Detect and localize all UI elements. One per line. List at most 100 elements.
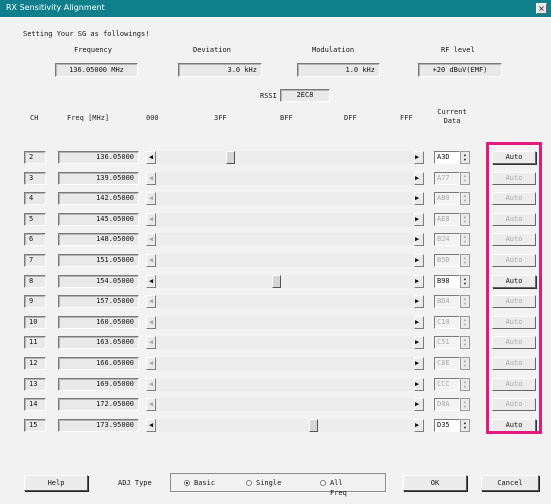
current-data-spinner[interactable]: AB0 ▲ ▼ — [434, 192, 470, 205]
spin-down-icon[interactable]: ▼ — [461, 322, 469, 327]
spinner-buttons[interactable]: ▲ ▼ — [460, 316, 470, 329]
adjust-slider[interactable]: ◀ ▶ — [146, 316, 424, 329]
spin-down-icon[interactable]: ▼ — [461, 404, 469, 409]
adjust-slider[interactable]: ◀ ▶ — [146, 233, 424, 246]
scroll-left-icon[interactable]: ◀ — [146, 254, 156, 267]
scroll-left-icon[interactable]: ◀ — [146, 357, 156, 370]
adjust-slider[interactable]: ◀ ▶ — [146, 172, 424, 185]
scroll-left-icon[interactable]: ◀ — [146, 295, 156, 308]
scroll-right-icon[interactable]: ▶ — [414, 213, 424, 226]
slider-thumb[interactable] — [226, 151, 235, 164]
current-data-value[interactable]: D0A — [434, 398, 460, 411]
help-button[interactable]: Help — [24, 475, 88, 491]
scroll-right-icon[interactable]: ▶ — [414, 192, 424, 205]
spinner-buttons[interactable]: ▲ ▼ — [460, 233, 470, 246]
current-data-value[interactable]: AE8 — [434, 213, 460, 226]
spin-down-icon[interactable]: ▼ — [461, 425, 469, 430]
current-data-spinner[interactable]: BD4 ▲ ▼ — [434, 295, 470, 308]
adjust-slider[interactable]: ◀ ▶ — [146, 398, 424, 411]
spinner-buttons[interactable]: ▲ ▼ — [460, 275, 470, 288]
adjust-slider[interactable]: ◀ ▶ — [146, 378, 424, 391]
scroll-right-icon[interactable]: ▶ — [414, 233, 424, 246]
scroll-right-icon[interactable]: ▶ — [414, 357, 424, 370]
current-data-value[interactable]: D35 — [434, 419, 460, 432]
adjust-slider[interactable]: ◀ ▶ — [146, 254, 424, 267]
spin-down-icon[interactable]: ▼ — [461, 239, 469, 244]
scroll-left-icon[interactable]: ◀ — [146, 151, 156, 164]
scroll-right-icon[interactable]: ▶ — [414, 254, 424, 267]
current-data-value[interactable]: C8E — [434, 357, 460, 370]
slider-thumb[interactable] — [309, 419, 318, 432]
current-data-value[interactable]: AB0 — [434, 192, 460, 205]
current-data-spinner[interactable]: B24 ▲ ▼ — [434, 233, 470, 246]
current-data-value[interactable]: CCC — [434, 378, 460, 391]
adjust-slider[interactable]: ◀ ▶ — [146, 213, 424, 226]
spinner-buttons[interactable]: ▲ ▼ — [460, 295, 470, 308]
current-data-value[interactable]: B5D — [434, 254, 460, 267]
current-data-value[interactable]: C51 — [434, 336, 460, 349]
spinner-buttons[interactable]: ▲ ▼ — [460, 398, 470, 411]
spin-down-icon[interactable]: ▼ — [461, 342, 469, 347]
close-icon[interactable]: × — [536, 3, 547, 14]
scroll-left-icon[interactable]: ◀ — [146, 275, 156, 288]
adjust-slider[interactable]: ◀ ▶ — [146, 336, 424, 349]
spinner-buttons[interactable]: ▲ ▼ — [460, 419, 470, 432]
current-data-value[interactable]: A3D — [434, 151, 460, 164]
adjust-slider[interactable]: ◀ ▶ — [146, 295, 424, 308]
adjust-slider[interactable]: ◀ ▶ — [146, 275, 424, 288]
spin-down-icon[interactable]: ▼ — [461, 301, 469, 306]
spinner-buttons[interactable]: ▲ ▼ — [460, 172, 470, 185]
adjust-slider[interactable]: ◀ ▶ — [146, 419, 424, 432]
current-data-spinner[interactable]: A3D ▲ ▼ — [434, 151, 470, 164]
spin-down-icon[interactable]: ▼ — [461, 157, 469, 162]
scroll-left-icon[interactable]: ◀ — [146, 213, 156, 226]
scroll-right-icon[interactable]: ▶ — [414, 151, 424, 164]
current-data-spinner[interactable]: C10 ▲ ▼ — [434, 316, 470, 329]
current-data-spinner[interactable]: B5D ▲ ▼ — [434, 254, 470, 267]
current-data-value[interactable]: C10 — [434, 316, 460, 329]
spin-down-icon[interactable]: ▼ — [461, 260, 469, 265]
cancel-button[interactable]: Cancel — [481, 475, 539, 491]
current-data-spinner[interactable]: AE8 ▲ ▼ — [434, 213, 470, 226]
spinner-buttons[interactable]: ▲ ▼ — [460, 151, 470, 164]
current-data-spinner[interactable]: D35 ▲ ▼ — [434, 419, 470, 432]
current-data-value[interactable]: A77 — [434, 172, 460, 185]
current-data-value[interactable]: B24 — [434, 233, 460, 246]
scroll-right-icon[interactable]: ▶ — [414, 275, 424, 288]
spinner-buttons[interactable]: ▲ ▼ — [460, 213, 470, 226]
current-data-value[interactable]: BD4 — [434, 295, 460, 308]
title-bar[interactable]: RX Sensitivity Alignment × — [0, 0, 551, 17]
scroll-right-icon[interactable]: ▶ — [414, 295, 424, 308]
scroll-right-icon[interactable]: ▶ — [414, 419, 424, 432]
spinner-buttons[interactable]: ▲ ▼ — [460, 336, 470, 349]
scroll-right-icon[interactable]: ▶ — [414, 316, 424, 329]
scroll-left-icon[interactable]: ◀ — [146, 172, 156, 185]
ok-button[interactable]: OK — [403, 475, 467, 491]
current-data-value[interactable]: B98 — [434, 275, 460, 288]
current-data-spinner[interactable]: A77 ▲ ▼ — [434, 172, 470, 185]
scroll-left-icon[interactable]: ◀ — [146, 192, 156, 205]
current-data-spinner[interactable]: B98 ▲ ▼ — [434, 275, 470, 288]
spin-down-icon[interactable]: ▼ — [461, 178, 469, 183]
spinner-buttons[interactable]: ▲ ▼ — [460, 378, 470, 391]
scroll-right-icon[interactable]: ▶ — [414, 336, 424, 349]
spin-down-icon[interactable]: ▼ — [461, 198, 469, 203]
scroll-left-icon[interactable]: ◀ — [146, 316, 156, 329]
current-data-spinner[interactable]: C51 ▲ ▼ — [434, 336, 470, 349]
spin-down-icon[interactable]: ▼ — [461, 281, 469, 286]
scroll-left-icon[interactable]: ◀ — [146, 398, 156, 411]
scroll-left-icon[interactable]: ◀ — [146, 336, 156, 349]
scroll-left-icon[interactable]: ◀ — [146, 419, 156, 432]
scroll-left-icon[interactable]: ◀ — [146, 233, 156, 246]
scroll-right-icon[interactable]: ▶ — [414, 398, 424, 411]
spinner-buttons[interactable]: ▲ ▼ — [460, 192, 470, 205]
spin-down-icon[interactable]: ▼ — [461, 219, 469, 224]
adjust-slider[interactable]: ◀ ▶ — [146, 357, 424, 370]
slider-thumb[interactable] — [272, 275, 281, 288]
current-data-spinner[interactable]: D0A ▲ ▼ — [434, 398, 470, 411]
spinner-buttons[interactable]: ▲ ▼ — [460, 254, 470, 267]
adjust-slider[interactable]: ◀ ▶ — [146, 192, 424, 205]
scroll-right-icon[interactable]: ▶ — [414, 378, 424, 391]
spin-down-icon[interactable]: ▼ — [461, 363, 469, 368]
scroll-left-icon[interactable]: ◀ — [146, 378, 156, 391]
